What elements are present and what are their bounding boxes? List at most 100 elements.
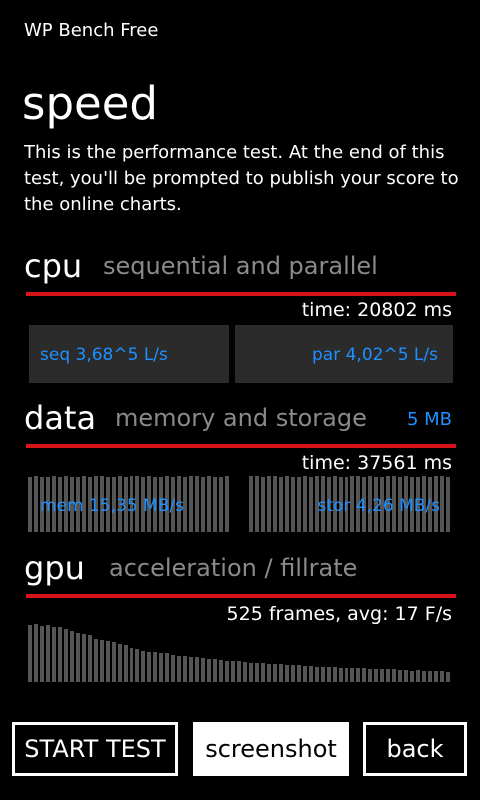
gpu-bar <box>290 665 295 682</box>
data-section-title: data <box>24 399 97 437</box>
gpu-bar <box>201 658 206 682</box>
gpu-bar <box>141 651 146 682</box>
gpu-section-title: gpu <box>24 549 85 587</box>
gpu-bar <box>326 667 331 682</box>
gpu-bar <box>69 631 74 682</box>
data-bar <box>446 477 450 532</box>
gpu-bar <box>45 625 50 682</box>
gpu-bar <box>266 664 271 682</box>
gpu-bar <box>153 652 158 682</box>
data-bar <box>28 477 32 532</box>
cpu-section-title: cpu <box>24 247 83 285</box>
gpu-bar <box>129 648 134 682</box>
data-mem-result: mem 15,35 MB/s <box>40 496 184 516</box>
data-section-subtitle: memory and storage <box>115 404 367 432</box>
gpu-bar <box>57 627 62 682</box>
gpu-bar <box>422 671 427 682</box>
gpu-bar <box>248 663 253 682</box>
gpu-bar <box>171 655 176 682</box>
gpu-bar <box>320 667 325 682</box>
data-divider <box>26 444 456 448</box>
gpu-section-header: gpu acceleration / fillrate <box>24 548 456 594</box>
gpu-bar <box>219 660 224 682</box>
data-bar <box>33 476 38 532</box>
gpu-bar <box>237 661 241 682</box>
page-title: speed <box>22 77 158 130</box>
start-test-button[interactable]: START TEST <box>12 722 178 776</box>
gpu-bar <box>260 663 265 682</box>
data-bar <box>278 477 283 532</box>
back-button[interactable]: back <box>363 722 467 776</box>
data-bar <box>272 476 277 532</box>
cpu-section-subtitle: sequential and parallel <box>103 252 378 280</box>
gpu-bar <box>195 657 200 682</box>
gpu-bar <box>338 668 343 682</box>
gpu-bar <box>75 633 80 682</box>
gpu-bar <box>183 656 188 682</box>
page-description: This is the performance test. At the end… <box>24 142 459 215</box>
gpu-bar <box>332 667 337 682</box>
gpu-bar <box>93 639 98 682</box>
data-bar <box>207 476 212 532</box>
data-bar <box>201 477 206 532</box>
gpu-bar <box>111 642 116 682</box>
cpu-time: time: 20802 ms <box>301 299 452 321</box>
gpu-bar <box>81 634 86 682</box>
gpu-bar <box>159 653 164 682</box>
gpu-bar <box>446 672 450 682</box>
data-bars-chart: mem 15,35 MB/s stor 4,26 MB/s <box>28 474 452 532</box>
gpu-bar <box>28 625 32 682</box>
data-bar <box>266 476 271 532</box>
gpu-bar <box>284 665 289 682</box>
data-bar <box>254 476 259 532</box>
gpu-bar <box>416 670 421 682</box>
gpu-bar <box>344 668 349 682</box>
cpu-seq-panel: seq 3,68^5 L/s <box>29 325 229 383</box>
gpu-divider <box>26 594 456 598</box>
gpu-bar <box>386 669 391 682</box>
gpu-bar <box>356 668 361 682</box>
screenshot-button[interactable]: screenshot <box>193 722 349 776</box>
data-bar <box>219 477 224 532</box>
gpu-bar <box>278 664 283 682</box>
data-bar <box>296 477 301 532</box>
gpu-bar <box>87 635 92 682</box>
gpu-bar <box>213 659 218 682</box>
gpu-bar <box>308 666 313 682</box>
gpu-bar <box>296 665 301 682</box>
data-bar <box>225 476 230 532</box>
data-bar <box>248 476 253 532</box>
gpu-bar <box>434 671 439 682</box>
data-bar <box>440 476 445 532</box>
gpu-bar <box>254 663 259 682</box>
gpu-bar <box>123 645 128 682</box>
cpu-seq-result: seq 3,68^5 L/s <box>40 345 168 365</box>
gpu-bar <box>302 666 307 682</box>
data-bar <box>213 477 218 532</box>
gpu-bar <box>165 653 170 682</box>
gpu-bar <box>63 629 68 682</box>
gpu-bar <box>398 670 403 682</box>
gpu-bar <box>404 670 409 682</box>
cpu-divider <box>26 292 456 296</box>
data-bar <box>284 476 289 532</box>
data-bar <box>195 476 200 532</box>
gpu-bar <box>428 671 433 682</box>
gpu-bar <box>440 671 445 682</box>
gpu-bar <box>350 668 355 682</box>
gpu-bar <box>368 669 373 682</box>
data-bar <box>308 477 313 532</box>
gpu-bar <box>33 624 38 682</box>
gpu-bar <box>99 640 104 682</box>
gpu-bar <box>117 644 122 682</box>
gpu-bar <box>242 662 247 682</box>
data-size-badge: 5 MB <box>406 409 452 430</box>
gpu-bars-chart <box>28 622 452 682</box>
data-time: time: 37561 ms <box>301 452 452 474</box>
app-title: WP Bench Free <box>24 20 159 41</box>
gpu-bar <box>314 667 319 682</box>
gpu-bar <box>189 657 194 682</box>
gpu-bar <box>231 661 235 682</box>
gpu-bar <box>410 671 415 682</box>
gpu-bar <box>272 664 277 682</box>
